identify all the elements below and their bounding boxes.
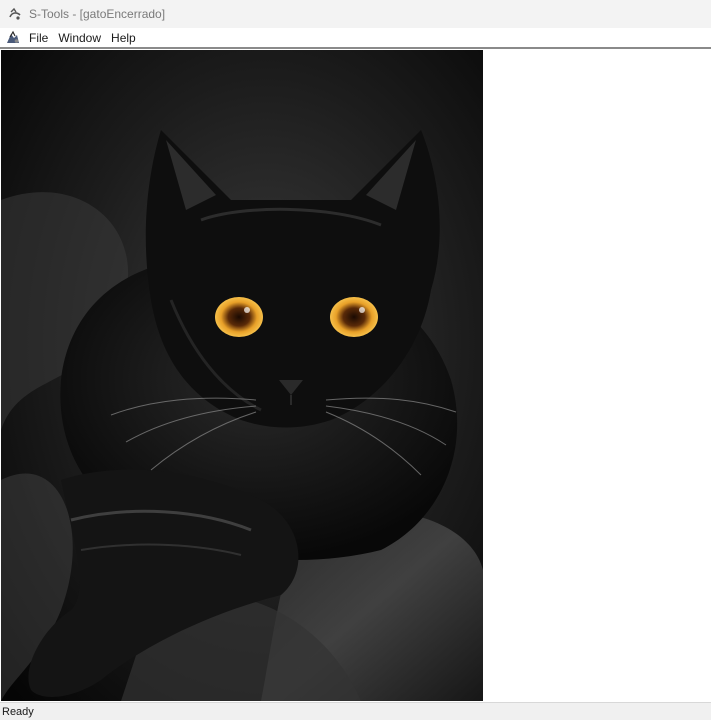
document-system-menu-icon[interactable] xyxy=(5,30,21,46)
menu-file[interactable]: File xyxy=(27,30,54,46)
menu-window[interactable]: Window xyxy=(56,30,107,46)
status-text: Ready xyxy=(2,706,34,718)
mdi-workspace xyxy=(0,49,711,701)
menu-bar: File Window Help xyxy=(0,28,711,49)
menu-help[interactable]: Help xyxy=(109,30,142,46)
black-cat-picture xyxy=(1,50,483,701)
right-eye xyxy=(330,297,378,337)
window-title: S-Tools - [gatoEncerrado] xyxy=(29,7,166,21)
s-tools-icon xyxy=(9,7,21,20)
title-bar[interactable]: S-Tools - [gatoEncerrado] xyxy=(0,0,711,28)
left-eye xyxy=(215,297,263,337)
status-bar: Ready xyxy=(0,702,711,720)
cat-image[interactable] xyxy=(1,50,483,701)
